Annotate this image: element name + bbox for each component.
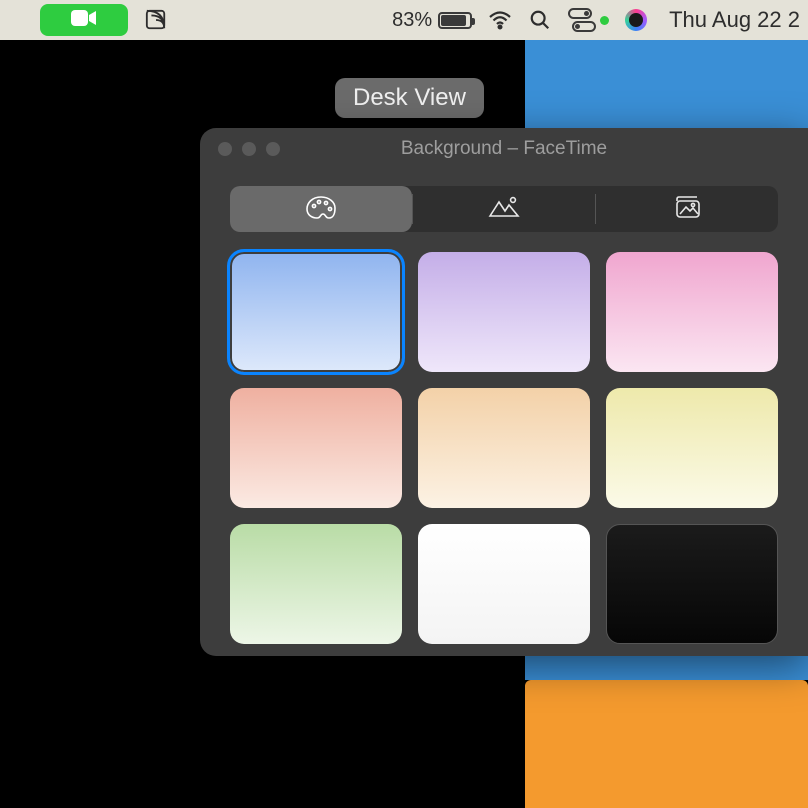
swatch-pink[interactable] [606, 252, 778, 372]
swatch-black[interactable] [606, 524, 778, 644]
battery-status[interactable]: 83% [392, 9, 472, 32]
battery-percent-label: 83% [392, 9, 432, 32]
tab-photos[interactable] [596, 186, 778, 232]
camera-in-use-indicator [600, 16, 609, 25]
mountains-icon [487, 194, 521, 225]
zoom-button[interactable] [266, 142, 280, 156]
battery-icon [438, 12, 472, 29]
swatch-green[interactable] [230, 524, 402, 644]
palette-icon [304, 194, 338, 225]
color-swatch-grid [200, 252, 808, 666]
swatch-coral[interactable] [230, 388, 402, 508]
screen-mirroring-icon[interactable] [144, 8, 168, 32]
window-title: Background – FaceTime [200, 138, 808, 160]
spotlight-search-icon[interactable] [528, 8, 552, 32]
control-center-icon[interactable] [568, 8, 592, 32]
swatch-peach[interactable] [418, 388, 590, 508]
swatch-white[interactable] [418, 524, 590, 644]
wifi-icon[interactable] [488, 8, 512, 32]
siri-icon[interactable] [625, 9, 647, 31]
swatch-purple[interactable] [418, 252, 590, 372]
window-titlebar[interactable]: Background – FaceTime [200, 128, 808, 170]
window-traffic-lights [200, 142, 280, 156]
minimize-button[interactable] [242, 142, 256, 156]
tab-wallpapers[interactable] [413, 186, 595, 232]
background-picker-window: Background – FaceTime [200, 128, 808, 656]
tab-colors[interactable] [230, 186, 412, 232]
background-category-tabs [230, 186, 778, 232]
menubar-datetime[interactable]: Thu Aug 22 2 [669, 7, 800, 33]
swatch-yellow[interactable] [606, 388, 778, 508]
desk-view-button[interactable]: Desk View [335, 78, 484, 118]
close-button[interactable] [218, 142, 232, 156]
desktop-background-orange [525, 680, 808, 808]
swatch-blue[interactable] [230, 252, 402, 372]
photo-library-icon [670, 194, 704, 225]
facetime-active-indicator[interactable] [40, 4, 128, 36]
video-camera-icon [71, 9, 97, 32]
menubar: 83% Thu Aug 22 2 [0, 0, 808, 40]
